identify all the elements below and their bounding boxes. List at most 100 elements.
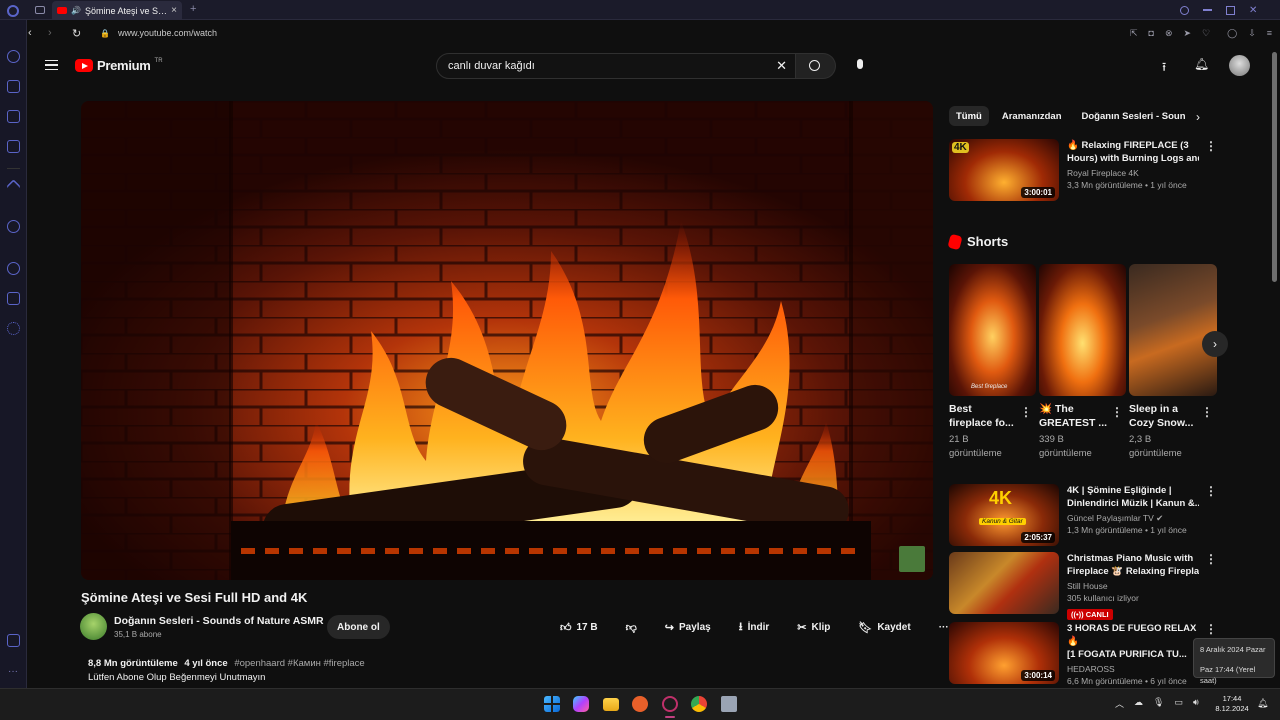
new-tab-button[interactable]: +: [190, 3, 196, 15]
video-player[interactable]: [81, 101, 933, 580]
tab-workspace-icon[interactable]: [35, 6, 45, 14]
thumb-up-icon: 👍︎: [560, 621, 572, 634]
share-page-icon[interactable]: ⇱: [1130, 28, 1138, 39]
youtube-logo[interactable]: Premium TR: [75, 58, 163, 73]
browser-tab[interactable]: 🔊 Şömine Ateşi ve Sesi Full HD ve 4K ×: [52, 1, 182, 20]
app-icon[interactable]: [632, 696, 648, 712]
opera-logo-icon[interactable]: [7, 5, 19, 17]
copilot-icon[interactable]: [573, 696, 589, 712]
clock[interactable]: 17:44 8.12.2024: [1212, 694, 1252, 714]
shorts-next-button[interactable]: ›: [1202, 331, 1228, 357]
forward-icon[interactable]: ›: [48, 27, 72, 39]
share-icon: ↪: [664, 621, 675, 634]
reload-icon[interactable]: ↻: [72, 27, 100, 40]
like-button[interactable]: 👍︎ 17 B: [550, 615, 608, 639]
window-app-icon[interactable]: [721, 696, 737, 712]
duration: 2:05:37: [1021, 532, 1055, 543]
channel-name[interactable]: Doğanın Sesleri - Sounds of Nature ASMR: [114, 615, 324, 627]
profile-icon[interactable]: ◯: [1227, 28, 1237, 39]
heart-icon[interactable]: ♡: [1202, 28, 1210, 39]
voice-search-icon[interactable]: [857, 59, 863, 69]
subscribe-button[interactable]: Abone ol: [327, 615, 390, 639]
live-label: CANLI: [1085, 610, 1109, 619]
short-thumbnail[interactable]: [1129, 264, 1217, 396]
tray-overflow-icon[interactable]: ︿: [1115, 697, 1124, 710]
recommended-video[interactable]: 3:00:14 3 HORAS DE FUEGO RELAX 🔥 [1 FOGA…: [949, 622, 1219, 686]
search-input[interactable]: canlı duvar kağıdı ✕: [436, 53, 796, 79]
guide-menu-icon[interactable]: [45, 60, 58, 70]
menu-icon[interactable]: ≡: [1267, 28, 1272, 39]
recommended-video[interactable]: 4K 3:00:01 🔥 Relaxing FIREPLACE (3 Hours…: [949, 139, 1219, 205]
clear-search-icon[interactable]: ✕: [776, 58, 787, 74]
short-thumbnail[interactable]: [1039, 264, 1126, 396]
speed-dial-icon[interactable]: [7, 50, 20, 63]
twitch-icon[interactable]: [7, 110, 20, 123]
mic-icon[interactable]: 🎙︎: [1153, 697, 1164, 710]
network-icon[interactable]: ▭: [1174, 697, 1183, 710]
more-options-icon[interactable]: ⋮: [1205, 139, 1217, 153]
save-button[interactable]: 🔖︎ Kaydet: [848, 615, 920, 639]
camera-icon[interactable]: ◘: [1149, 28, 1154, 39]
channel-avatar[interactable]: [80, 613, 107, 640]
4k-badge: 4K: [989, 488, 1013, 508]
more-options-icon[interactable]: ⋮: [1201, 405, 1213, 419]
chip-from-search[interactable]: Aramanızdan: [995, 106, 1069, 126]
url-field[interactable]: www.youtube.com/watch: [118, 28, 217, 38]
aria-icon[interactable]: [7, 80, 20, 93]
chip-channel[interactable]: Doğanın Sesleri - Sounds: [1075, 106, 1185, 126]
notification-bell-icon[interactable]: 🔔︎: [1257, 698, 1268, 709]
messenger-icon[interactable]: [7, 220, 20, 233]
onedrive-icon[interactable]: ☁: [1134, 697, 1143, 710]
recommended-video[interactable]: Christmas Piano Music with Fireplace 🐮 R…: [949, 552, 1219, 620]
page-scrollbar[interactable]: [1272, 52, 1277, 282]
short-title-line2: Cozy Snow...: [1129, 417, 1194, 429]
wallet-icon[interactable]: [7, 634, 20, 647]
player-icon[interactable]: [7, 140, 20, 153]
volume-icon[interactable]: 🔊︎: [1193, 697, 1199, 710]
chips-next-icon[interactable]: ›: [1196, 110, 1200, 124]
short-thumbnail[interactable]: Best fireplace: [949, 264, 1036, 396]
settings-icon[interactable]: [7, 322, 20, 335]
tab-close-icon[interactable]: ×: [171, 5, 177, 16]
more-options-icon[interactable]: ⋮: [1205, 622, 1217, 636]
tab-search-icon[interactable]: [1180, 5, 1189, 15]
short-views: 339 B: [1039, 434, 1064, 445]
minimize-icon[interactable]: [1203, 9, 1212, 11]
extensions-icon[interactable]: [7, 292, 20, 305]
4k-badge: 4K: [952, 142, 969, 153]
video-actions: 👍︎ 17 B 👎︎ ↪ Paylaş ⭳ İndir ✂ Klip 🔖︎ Ka…: [550, 615, 959, 639]
upload-icon[interactable]: ⭱: [1162, 58, 1166, 79]
video-thumbnail: 4K Kanun & Gitar 2:05:37: [949, 484, 1059, 546]
opera-gx-icon[interactable]: [662, 696, 678, 712]
close-window-icon[interactable]: ✕: [1249, 5, 1257, 16]
history-icon[interactable]: [7, 262, 20, 275]
share-button[interactable]: ↪ Paylaş: [655, 615, 721, 639]
send-icon[interactable]: ➤: [1183, 28, 1191, 39]
windows-start-icon[interactable]: [544, 696, 560, 712]
more-options-icon[interactable]: ⋮: [1020, 405, 1032, 419]
downloads-icon[interactable]: ⇩: [1248, 28, 1256, 39]
more-options-icon[interactable]: ⋮: [1111, 405, 1123, 419]
chip-all[interactable]: Tümü: [949, 106, 989, 126]
file-explorer-icon[interactable]: [603, 698, 619, 711]
more-options-icon[interactable]: ⋮: [1205, 552, 1217, 566]
avatar[interactable]: [1229, 55, 1250, 76]
chrome-icon[interactable]: [691, 696, 707, 712]
arc-icon[interactable]: [6, 179, 21, 194]
dislike-button[interactable]: 👎︎: [616, 615, 647, 639]
hashtags[interactable]: #openhaard #Камин #fireplace: [234, 658, 364, 669]
video-title-line2: Hours) with Burning Logs and...: [1067, 153, 1199, 164]
search-icon: [809, 60, 820, 71]
more-options-icon[interactable]: ⋮: [1205, 484, 1217, 498]
clip-button[interactable]: ✂ Klip: [787, 615, 840, 639]
recommended-video[interactable]: 4K Kanun & Gitar 2:05:37 4K | Şömine Eşl…: [949, 484, 1219, 546]
adblock-icon[interactable]: ⊗: [1165, 28, 1173, 39]
subscribe-label: Abone ol: [337, 621, 380, 633]
notifications-bell-icon[interactable]: 🔔︎: [1194, 57, 1209, 71]
search-button[interactable]: [796, 53, 836, 79]
download-button[interactable]: ⭳ İndir: [729, 615, 780, 639]
sidebar-more-icon[interactable]: ···: [8, 666, 18, 677]
back-icon[interactable]: ‹: [28, 27, 48, 39]
description-box[interactable]: 8,8 Mn görüntüleme 4 yıl önce #openhaard…: [88, 657, 928, 685]
maximize-icon[interactable]: [1226, 5, 1235, 15]
